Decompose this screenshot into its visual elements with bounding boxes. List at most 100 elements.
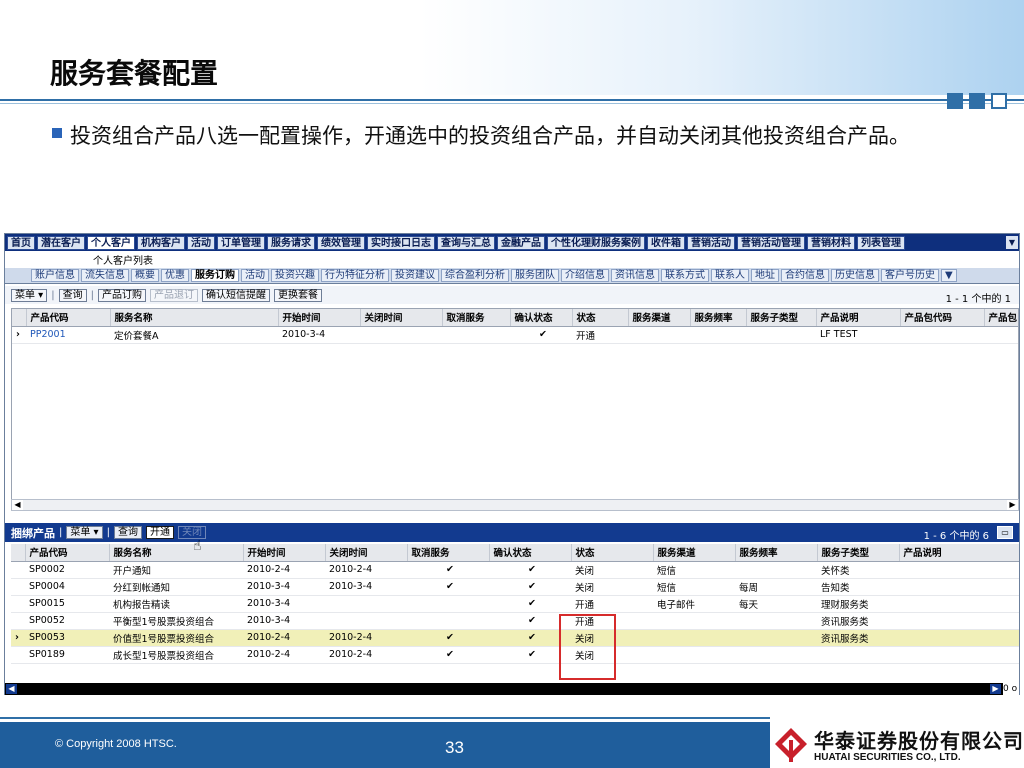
sub-tab[interactable]: 服务团队 [511,269,559,282]
header-cell[interactable]: 产品代码 [26,309,111,327]
nav-tab[interactable]: 潜在客户 [37,235,85,250]
nav-tab[interactable]: 机构客户 [137,235,185,250]
header-cell[interactable]: 开始时间 [278,309,361,327]
row-selector[interactable] [11,595,25,613]
nav-tab[interactable]: 营销活动 [687,235,735,250]
row-selector[interactable] [11,646,25,664]
sub-tab[interactable]: 历史信息 [831,269,879,282]
nav-tab[interactable]: 查询与汇总 [437,235,495,250]
nav-tab[interactable]: 订单管理 [217,235,265,250]
nav-tab[interactable]: 列表管理 [857,235,905,250]
sub-tab[interactable]: 服务订购 [191,269,239,282]
order-product-button[interactable]: 产品订购 [97,288,146,302]
table-row[interactable]: SP0004 分红到帐通知 2010-3-4 2010-3-4 ✔ ✔ 关闭 短信 每周 告知类 [11,578,1019,596]
scroll-right-icon[interactable]: ▶ [990,684,1001,694]
sub-tab[interactable]: 概要 [131,269,159,282]
scroll-left-icon[interactable]: ◀ [12,500,23,510]
query-button[interactable]: 查询 [58,288,87,302]
header-cell[interactable]: 服务渠道 [628,309,691,327]
table-row[interactable]: SP0052 平衡型1号股票投资组合 2010-3-4 ✔ 开通 资讯服务类 [11,612,1019,630]
product-code-link[interactable]: PP2001 [30,329,66,340]
sub-tab[interactable]: 投资兴趣 [271,269,319,282]
nav-tab[interactable]: 收件箱 [647,235,685,250]
close-button[interactable]: 关闭 [177,526,206,539]
header-cell[interactable]: 取消服务 [442,309,511,327]
nav-tab[interactable]: 个人客户 [87,235,135,250]
sub-tab[interactable]: 联系人 [711,269,749,282]
horizontal-scrollbar[interactable]: ◀ ▶ [11,499,1019,511]
header-cell[interactable]: 产品说明 [899,544,1019,562]
nav-tab[interactable]: 个性化理财服务案例 [547,235,645,250]
header-cell[interactable]: 服务子类型 [746,309,817,327]
sub-tab[interactable]: 联系方式 [661,269,709,282]
header-cell[interactable]: 产品包代码 [900,309,985,327]
header-cell[interactable]: 产品包 [984,309,1018,327]
toolbar-separator: | [106,527,110,538]
nav-tab[interactable]: 营销材料 [807,235,855,250]
row-selector[interactable] [11,578,25,596]
print-icon[interactable]: ▭ [997,526,1013,539]
nav-tab[interactable]: 金融产品 [497,235,545,250]
sub-tab[interactable]: 优惠 [161,269,189,282]
header-cell[interactable]: 关闭时间 [360,309,443,327]
header-cell[interactable]: 关闭时间 [325,544,408,562]
open-button[interactable]: 开通 [145,526,174,539]
sub-tab[interactable]: 综合盈利分析 [441,269,509,282]
table-row[interactable]: SP0015 机构报告精读 2010-3-4 ✔ 开通 电子邮件 每天 理财服务类 [11,595,1019,613]
cell-channel: 电子邮件 [653,595,735,613]
header-cell[interactable]: 服务名称 [110,309,279,327]
sub-tab[interactable]: 行为特征分析 [321,269,389,282]
sub-tab[interactable]: 介绍信息 [561,269,609,282]
cell-status: 开通 [571,595,653,613]
table-row[interactable]: SP0189 成长型1号股票投资组合 2010-2-4 2010-2-4 ✔ ✔ 关闭 [11,646,1019,664]
nav-tab[interactable]: 营销活动管理 [737,235,805,250]
sub-tab[interactable]: 客户号历史 [881,269,939,282]
sub-tab[interactable]: 资讯信息 [611,269,659,282]
sub-tab[interactable]: 地址 [751,269,779,282]
bundle-query-button[interactable]: 查询 [113,526,142,539]
header-cell[interactable]: 服务名称 [109,544,244,562]
unsubscribe-button[interactable]: 产品退订 [149,288,198,302]
sub-tab[interactable]: 投资建议 [391,269,439,282]
nav-tab[interactable]: 服务请求 [267,235,315,250]
header-cell[interactable]: 状态 [572,309,629,327]
header-cell[interactable]: 开始时间 [243,544,326,562]
nav-tab[interactable]: 实时接口日志 [367,235,435,250]
dropdown-arrow-icon[interactable]: ▼ [1006,236,1018,249]
nav-tab[interactable]: 首页 [7,235,35,250]
hand-cursor-icon: ☝ [193,538,202,554]
bottom-scrollbar[interactable]: ◀ ▶ 0 o [5,683,1019,695]
header-cell[interactable]: 服务频率 [735,544,818,562]
header-cell[interactable]: 服务渠道 [653,544,736,562]
nav-tab[interactable]: 活动 [187,235,215,250]
scroll-left-icon[interactable]: ◀ [6,684,17,694]
header-cell[interactable]: 确认状态 [489,544,572,562]
header-cell[interactable]: 取消服务 [407,544,490,562]
table-row[interactable]: › SP0053 价值型1号股票投资组合 2010-2-4 2010-2-4 ✔ ✔ 关闭 资讯… [11,629,1019,647]
sub-tab[interactable]: 活动 [241,269,269,282]
header-cell[interactable]: 状态 [571,544,654,562]
header-cell[interactable]: 服务频率 [690,309,747,327]
dropdown-arrow-icon[interactable]: ▼ [941,269,957,282]
row-selector[interactable] [11,561,25,579]
table-row[interactable]: › PP2001 定价套餐A 2010-3-4 ✔ 开通 LF TEST [12,326,1018,344]
sub-tab[interactable]: 账户信息 [31,269,79,282]
header-cell[interactable]: 服务子类型 [817,544,900,562]
row-selector[interactable]: › [12,326,26,344]
sub-tab[interactable]: 流失信息 [81,269,129,282]
header-cell[interactable]: 产品代码 [25,544,110,562]
table-row[interactable]: SP0002 开户通知 2010-2-4 2010-2-4 ✔ ✔ 关闭 短信 关怀类 [11,561,1019,579]
row-selector[interactable] [11,612,25,630]
nav-tab[interactable]: 绩效管理 [317,235,365,250]
sub-tab[interactable]: 合约信息 [781,269,829,282]
header-cell[interactable]: 确认状态 [510,309,573,327]
bundle-page-info: 1 - 6 个中的 6 [923,531,989,542]
scroll-right-icon[interactable]: ▶ [1007,500,1018,510]
header-cell[interactable]: 产品说明 [816,309,901,327]
menu-button[interactable]: 菜单 ▾ [11,288,48,302]
bundle-menu-button[interactable]: 菜单 ▾ [66,526,103,539]
row-selector[interactable]: › [11,629,25,647]
confirm-sms-button[interactable]: 确认短信提醒 [201,288,270,302]
cell-cancel: ✔ [407,578,489,596]
change-package-button[interactable]: 更换套餐 [273,288,322,302]
